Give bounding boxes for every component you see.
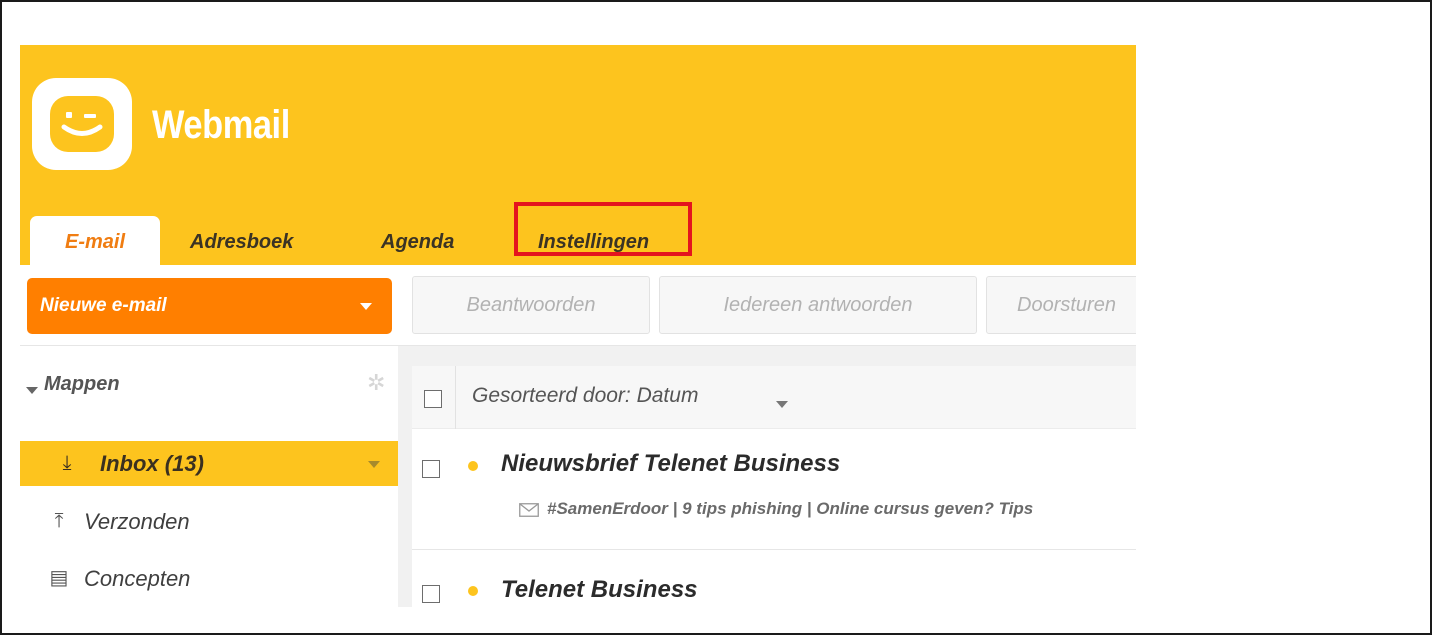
- draft-document-icon: ▤: [49, 567, 69, 589]
- tab-agenda[interactable]: Agenda: [381, 216, 454, 265]
- header-separator: [455, 366, 456, 429]
- message-checkbox[interactable]: [422, 585, 440, 603]
- mail-list: Gesorteerd door: Datum Nieuwsbrief Telen…: [412, 346, 1136, 607]
- list-item[interactable]: Nieuwsbrief Telenet Business #SamenErdoo…: [412, 430, 1136, 550]
- chevron-down-icon[interactable]: [368, 461, 380, 468]
- select-all-checkbox[interactable]: [424, 390, 442, 408]
- inbox-download-icon: ⤓: [62, 452, 72, 474]
- new-email-label: Nieuwe e-mail: [40, 295, 167, 316]
- sidebar-item-label: Inbox (13): [100, 451, 204, 476]
- gear-icon[interactable]: ✲: [367, 372, 385, 394]
- list-item[interactable]: Telenet Business: [412, 551, 1136, 607]
- unread-dot-icon: [468, 461, 478, 471]
- instellingen-highlight-box: [514, 202, 692, 256]
- sort-chevron-down-icon[interactable]: [776, 401, 788, 408]
- message-checkbox[interactable]: [422, 460, 440, 478]
- sidebar-item-verzonden[interactable]: ⤒ Verzonden: [20, 499, 398, 544]
- folders-heading[interactable]: Mappen: [44, 373, 120, 396]
- telenet-logo-icon[interactable]: [32, 78, 132, 170]
- tab-adresboek[interactable]: Adresboek: [190, 216, 293, 265]
- sidebar-item-label: Concepten: [84, 566, 191, 591]
- sidebar-item-concepten[interactable]: ▤ Concepten: [20, 556, 398, 601]
- reply-button[interactable]: Beantwoorden: [412, 276, 650, 334]
- list-top-gap: [412, 346, 1136, 366]
- sent-upload-icon: ⤒: [54, 510, 64, 532]
- message-sender: Nieuwsbrief Telenet Business: [501, 450, 841, 477]
- app-header: Webmail E-mail Adresboek Agenda Instelli…: [20, 45, 1136, 265]
- list-header: Gesorteerd door: Datum: [412, 366, 1136, 429]
- new-email-button[interactable]: Nieuwe e-mail: [27, 278, 392, 334]
- message-subject: #SamenErdoor | 9 tips phishing | Online …: [547, 499, 1034, 518]
- collapse-caret-icon[interactable]: [26, 387, 38, 394]
- webmail-app: Webmail E-mail Adresboek Agenda Instelli…: [20, 45, 1136, 607]
- screenshot-frame: Webmail E-mail Adresboek Agenda Instelli…: [0, 0, 1432, 635]
- forward-button[interactable]: Doorsturen: [986, 276, 1136, 334]
- reply-all-button[interactable]: Iedereen antwoorden: [659, 276, 977, 334]
- tab-email[interactable]: E-mail: [30, 216, 160, 265]
- folder-sidebar: Mappen ✲ ⤓ Inbox (13) ⤒ Verzonden ▤ Conc…: [20, 346, 398, 607]
- unread-dot-icon: [468, 586, 478, 596]
- sort-label[interactable]: Gesorteerd door: Datum: [472, 384, 698, 408]
- brand-title: Webmail: [152, 103, 290, 147]
- pane-divider[interactable]: [398, 346, 412, 607]
- sidebar-item-label: Verzonden: [84, 509, 190, 534]
- envelope-icon: [519, 503, 539, 517]
- message-sender: Telenet Business: [501, 576, 698, 603]
- chevron-down-icon[interactable]: [360, 303, 372, 310]
- sidebar-item-inbox[interactable]: ⤓ Inbox (13): [20, 441, 398, 486]
